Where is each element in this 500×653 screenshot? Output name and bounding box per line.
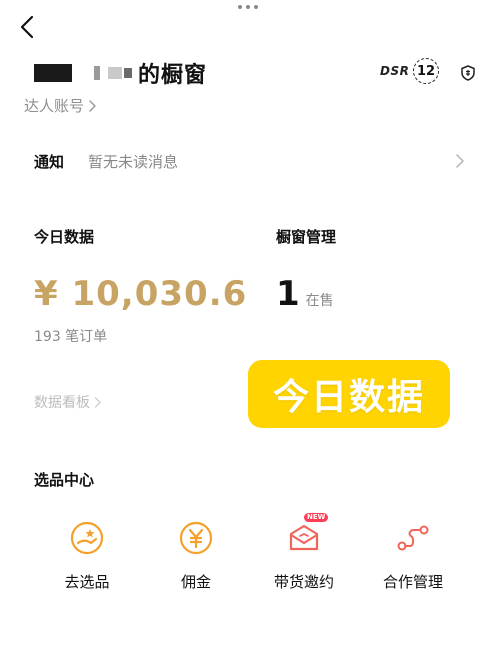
- redacted-name: [124, 68, 132, 78]
- go-select-products-button[interactable]: 去选品: [32, 518, 142, 592]
- today-data-title: 今日数据: [34, 228, 95, 246]
- chevron-left-icon: [20, 15, 34, 39]
- select-center-title: 选品中心: [34, 471, 95, 489]
- level-badge[interactable]: 12: [413, 58, 439, 84]
- commission-button[interactable]: 佣金: [141, 518, 251, 592]
- notice-row[interactable]: 通知 暂无未读消息: [0, 142, 500, 182]
- route-icon: [393, 518, 433, 558]
- new-badge: NEW: [304, 513, 329, 522]
- action-label: 带货邀约: [273, 573, 334, 591]
- data-board-label: 数据看板: [34, 395, 90, 411]
- window-management-title[interactable]: 橱窗管理: [276, 226, 336, 247]
- on-sale-label: 在售: [305, 293, 334, 309]
- chevron-right-icon: [456, 154, 464, 168]
- chevron-right-icon: [89, 99, 96, 112]
- redacted-name: [108, 67, 122, 79]
- shop-title-row: 的橱窗: [34, 58, 207, 88]
- notice-text: 暂无未读消息: [88, 153, 179, 171]
- action-label: 合作管理: [382, 573, 443, 591]
- back-button[interactable]: [14, 12, 40, 42]
- on-sale-summary[interactable]: 1 在售: [276, 274, 334, 314]
- shop-title: 的橱窗: [138, 63, 208, 88]
- envelope-icon: NEW: [284, 513, 329, 558]
- action-label: 去选品: [64, 573, 110, 591]
- selection-icon: [67, 518, 107, 558]
- shield-icon[interactable]: [460, 65, 476, 81]
- overlay-banner-text: 今日数据: [272, 377, 425, 418]
- more-options-dots[interactable]: [238, 3, 262, 11]
- dsr-badge[interactable]: DSR: [380, 64, 409, 78]
- cooperation-management-button[interactable]: 合作管理: [358, 518, 468, 592]
- today-data-overlay-banner: 今日数据: [248, 360, 450, 428]
- dot: [246, 5, 250, 9]
- redacted-name: [34, 64, 72, 82]
- today-order-count: 193 笔订单: [34, 329, 108, 345]
- notice-label: 通知: [34, 153, 65, 171]
- yen-icon: [176, 518, 216, 558]
- chevron-right-icon: [94, 396, 101, 408]
- dot: [238, 5, 242, 9]
- account-type-label: 达人账号: [24, 97, 85, 115]
- redacted-name: [94, 66, 100, 80]
- account-type-link[interactable]: 达人账号: [24, 95, 96, 116]
- dot: [254, 5, 258, 9]
- data-board-link[interactable]: 数据看板: [34, 392, 101, 412]
- action-label: 佣金: [180, 573, 211, 591]
- on-sale-count: 1: [276, 274, 300, 314]
- today-sales-amount[interactable]: ¥ 10,030.6: [34, 274, 247, 314]
- promotion-invitation-button[interactable]: NEW 带货邀约: [249, 513, 359, 592]
